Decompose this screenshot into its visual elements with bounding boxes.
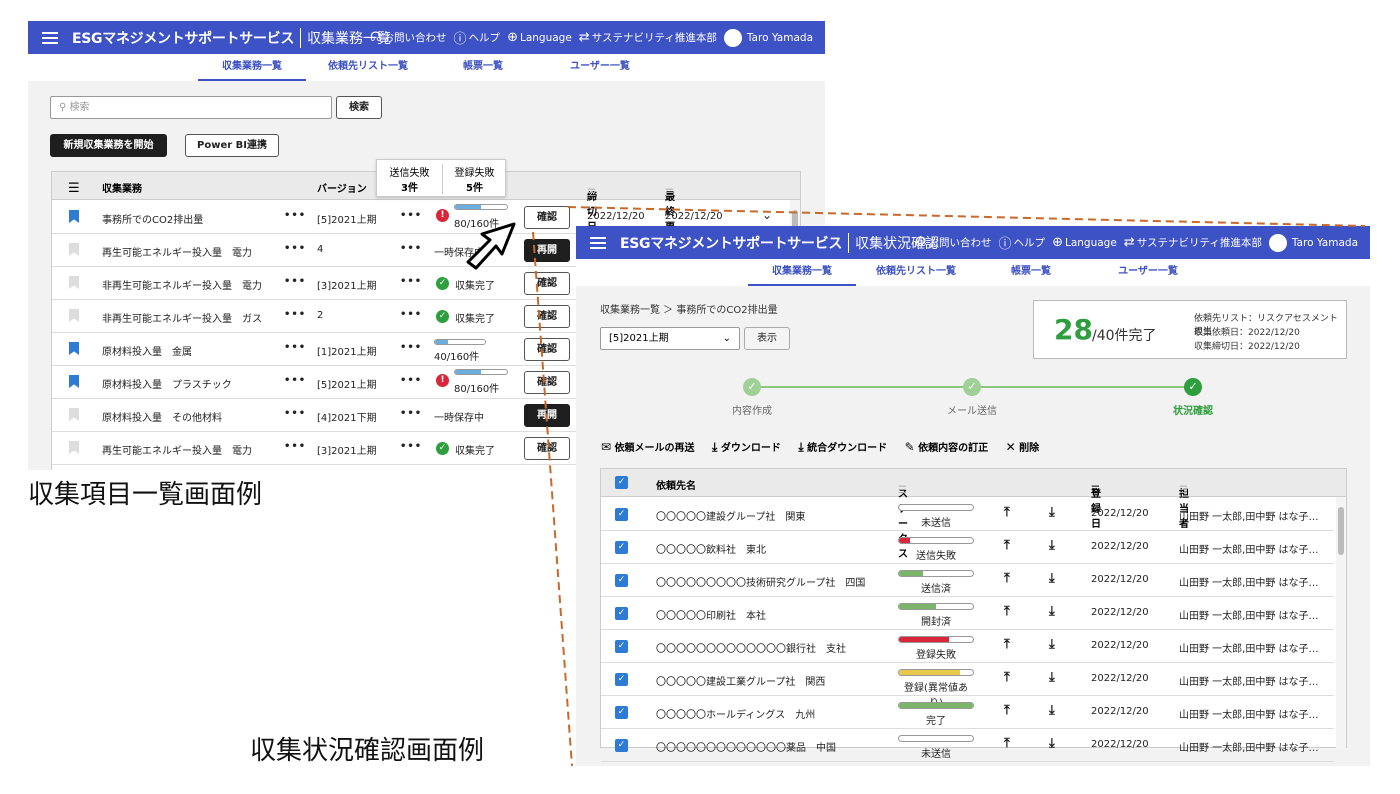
connector-lines: [532, 206, 1366, 767]
